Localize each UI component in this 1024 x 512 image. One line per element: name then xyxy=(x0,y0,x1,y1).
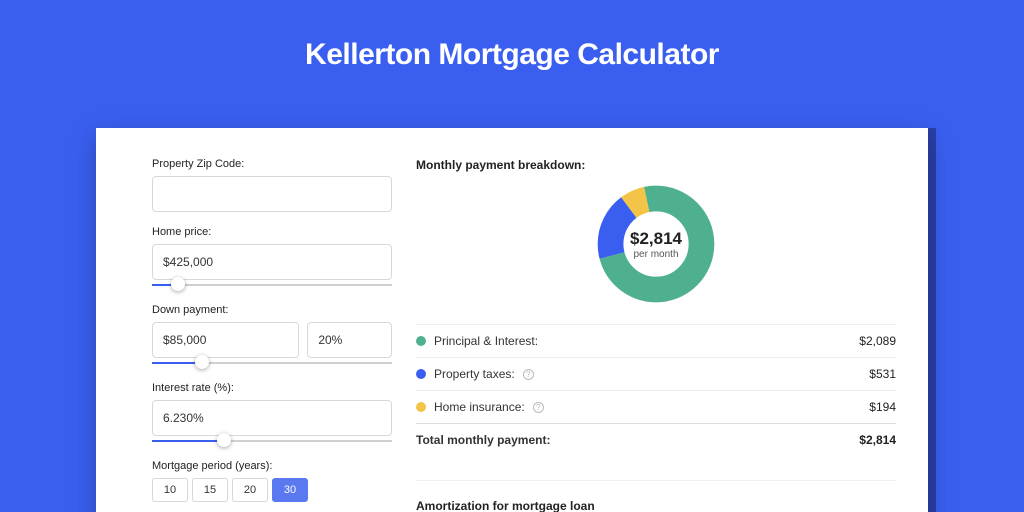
slider-thumb-icon[interactable] xyxy=(195,355,209,369)
total-payment-value: $2,814 xyxy=(859,433,896,447)
breakdown-label: Home insurance: xyxy=(434,400,525,414)
period-button-10[interactable]: 10 xyxy=(152,478,188,502)
total-payment-label: Total monthly payment: xyxy=(416,433,550,447)
amortization-title: Amortization for mortgage loan xyxy=(416,499,896,512)
page-background: Kellerton Mortgage Calculator Property Z… xyxy=(0,0,1024,512)
zip-label: Property Zip Code: xyxy=(152,158,392,170)
period-button-30[interactable]: 30 xyxy=(272,478,308,502)
color-dot-icon xyxy=(416,369,426,379)
interest-rate-input[interactable] xyxy=(152,400,392,436)
color-dot-icon xyxy=(416,336,426,346)
breakdown-label: Principal & Interest: xyxy=(434,334,538,348)
payment-donut-chart: $2,814 per month xyxy=(596,184,716,304)
page-title: Kellerton Mortgage Calculator xyxy=(0,0,1024,72)
breakdown-row: Home insurance:? $194 xyxy=(416,390,896,423)
down-payment-percent-input[interactable] xyxy=(307,322,392,358)
donut-total-value: $2,814 xyxy=(630,229,682,249)
period-button-20[interactable]: 20 xyxy=(232,478,268,502)
calculator-card: Property Zip Code: Home price: Down paym… xyxy=(96,128,928,512)
down-payment-label: Down payment: xyxy=(152,304,392,316)
form-panel: Property Zip Code: Home price: Down paym… xyxy=(152,158,392,512)
breakdown-label: Property taxes: xyxy=(434,367,515,381)
home-price-input[interactable] xyxy=(152,244,392,280)
breakdown-value: $194 xyxy=(869,400,896,414)
breakdown-row: Property taxes:? $531 xyxy=(416,357,896,390)
info-icon[interactable]: ? xyxy=(533,402,544,413)
breakdown-value: $2,089 xyxy=(859,334,896,348)
interest-rate-slider[interactable] xyxy=(152,436,392,446)
home-price-slider[interactable] xyxy=(152,280,392,290)
breakdown-value: $531 xyxy=(869,367,896,381)
info-icon[interactable]: ? xyxy=(523,369,534,380)
donut-total-sub: per month xyxy=(633,249,678,260)
zip-input[interactable] xyxy=(152,176,392,212)
interest-rate-label: Interest rate (%): xyxy=(152,382,392,394)
period-button-15[interactable]: 15 xyxy=(192,478,228,502)
slider-thumb-icon[interactable] xyxy=(171,277,185,291)
period-label: Mortgage period (years): xyxy=(152,460,392,472)
breakdown-row: Principal & Interest: $2,089 xyxy=(416,324,896,357)
slider-thumb-icon[interactable] xyxy=(217,433,231,447)
home-price-label: Home price: xyxy=(152,226,392,238)
down-payment-slider[interactable] xyxy=(152,358,392,368)
down-payment-input[interactable] xyxy=(152,322,299,358)
breakdown-panel: Monthly payment breakdown: $2,814 per mo… xyxy=(416,158,896,512)
color-dot-icon xyxy=(416,402,426,412)
breakdown-title: Monthly payment breakdown: xyxy=(416,158,896,172)
